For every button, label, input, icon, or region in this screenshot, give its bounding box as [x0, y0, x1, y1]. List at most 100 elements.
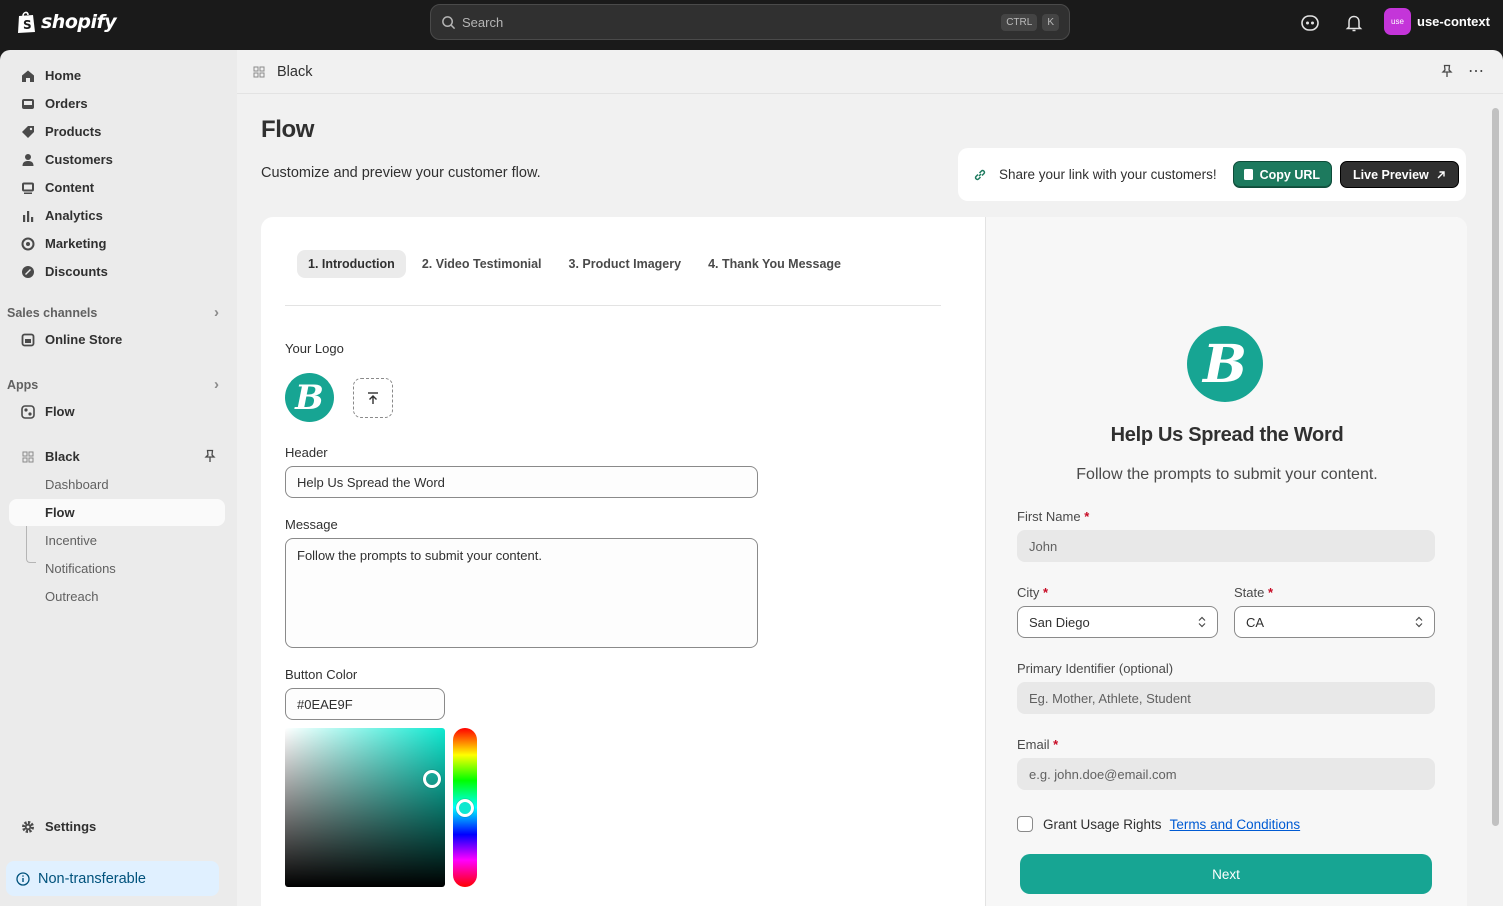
apps-heading[interactable]: Apps › — [7, 376, 227, 393]
select-arrows-icon — [1415, 616, 1423, 628]
next-button[interactable]: Next — [1020, 854, 1432, 894]
first-name-input[interactable]: John — [1017, 530, 1435, 562]
non-transferable-banner[interactable]: Non-transferable — [6, 861, 219, 896]
sidebar-item-black-app[interactable]: Black — [9, 443, 225, 470]
top-bar: S shopify Search CTRL K use use-context — [0, 0, 1503, 50]
preview-logo-letter: B — [1203, 333, 1247, 395]
hue-handle[interactable] — [456, 799, 474, 817]
tab-introduction[interactable]: 1. Introduction — [297, 250, 406, 278]
copy-url-button[interactable]: Copy URL — [1232, 161, 1333, 188]
share-card: Share your link with your customers! Cop… — [958, 148, 1466, 201]
search-placeholder: Search — [462, 14, 504, 30]
sidebar-item-online-store[interactable]: Online Store — [9, 326, 225, 353]
pin-icon[interactable] — [1440, 64, 1454, 81]
state-select[interactable]: CA — [1234, 606, 1435, 638]
identifier-input[interactable]: Eg. Mother, Athlete, Student — [1017, 682, 1435, 714]
brand-name: shopify — [41, 11, 117, 33]
sidebar-subitem-flow[interactable]: Flow — [9, 499, 225, 526]
sidebar-subitem-notifications[interactable]: Notifications — [9, 555, 225, 582]
grant-usage-checkbox[interactable] — [1017, 816, 1033, 832]
sales-channels-heading[interactable]: Sales channels › — [7, 304, 227, 321]
external-link-icon — [1437, 170, 1445, 178]
saturation-picker[interactable] — [285, 728, 445, 887]
tab-thank-you-message[interactable]: 4. Thank You Message — [697, 250, 852, 278]
sidebar-item-flow-app[interactable]: Flow — [9, 398, 225, 425]
bell-icon[interactable] — [1344, 13, 1364, 33]
tag-icon — [20, 124, 35, 139]
breadcrumb-title: Black — [277, 63, 313, 80]
sidebar-item-analytics[interactable]: Analytics — [9, 202, 225, 229]
search-icon — [442, 15, 456, 29]
sidebar-item-home[interactable]: Home — [9, 62, 225, 89]
share-text: Share your link with your customers! — [999, 167, 1217, 182]
shopify-bag-icon: S — [18, 11, 35, 33]
saturation-handle[interactable] — [423, 770, 441, 788]
city-select[interactable]: San Diego — [1017, 606, 1218, 638]
tab-video-testimonial[interactable]: 2. Video Testimonial — [411, 250, 553, 278]
image-icon — [20, 180, 35, 195]
grant-usage-rights: Grant Usage Rights Terms and Conditions — [1017, 816, 1300, 832]
info-icon — [16, 871, 30, 886]
more-options-icon[interactable]: ⋯ — [1468, 61, 1485, 81]
person-icon — [20, 152, 35, 167]
user-name: use-context — [1417, 14, 1490, 29]
sidebar-item-content[interactable]: Content — [9, 174, 225, 201]
button-color-input[interactable]: #0EAE9F — [285, 688, 445, 720]
header-label: Header — [285, 445, 328, 460]
logo-label: Your Logo — [285, 341, 344, 356]
upload-logo-button[interactable] — [353, 378, 393, 418]
tab-divider — [285, 305, 941, 306]
button-color-label: Button Color — [285, 667, 358, 682]
breadcrumb: Black ⋯ — [237, 50, 1503, 94]
message-textarea[interactable]: Follow the prompts to submit your conten… — [285, 538, 758, 648]
bar-chart-icon — [20, 208, 35, 223]
sidebar-item-discounts[interactable]: Discounts — [9, 258, 225, 285]
preview-logo: B — [1187, 326, 1263, 402]
sidebar-subitem-outreach[interactable]: Outreach — [9, 583, 225, 610]
logo-letter: B — [295, 377, 324, 418]
email-label: Email * — [1017, 737, 1059, 752]
avatar: use — [1384, 8, 1411, 35]
sidebar-item-settings[interactable]: Settings — [9, 813, 225, 840]
state-label: State * — [1234, 585, 1274, 600]
scrollbar[interactable] — [1492, 108, 1499, 826]
sidebar-item-customers[interactable]: Customers — [9, 146, 225, 173]
inbox-icon — [20, 96, 35, 111]
clipboard-icon — [1243, 169, 1253, 180]
pin-icon[interactable] — [203, 449, 217, 466]
sidebar-item-marketing[interactable]: Marketing — [9, 230, 225, 257]
tab-product-imagery[interactable]: 3. Product Imagery — [558, 250, 693, 278]
home-icon — [20, 68, 35, 83]
search-bar[interactable]: Search CTRL K — [430, 4, 1070, 40]
chevron-right-icon: › — [214, 376, 219, 393]
sidebar: Home Orders Products Customers Content A… — [0, 50, 237, 906]
select-arrows-icon — [1198, 616, 1206, 628]
shortcut-key-ctrl: CTRL — [1001, 13, 1038, 31]
sidebar-subitem-incentive[interactable]: Incentive — [9, 527, 225, 554]
sidebar-item-orders[interactable]: Orders — [9, 90, 225, 117]
preview-title: Help Us Spread the Word — [1110, 424, 1344, 446]
shopify-logo[interactable]: S shopify — [16, 10, 117, 34]
email-input[interactable]: e.g. john.doe@email.com — [1017, 758, 1435, 790]
main-content: Black ⋯ Flow Customize and preview your … — [237, 50, 1503, 906]
user-menu[interactable]: use use-context — [1384, 8, 1490, 35]
svg-text:S: S — [23, 18, 32, 32]
terms-link[interactable]: Terms and Conditions — [1170, 817, 1301, 832]
sidebar-subitem-dashboard[interactable]: Dashboard — [9, 471, 225, 498]
sidebar-item-products[interactable]: Products — [9, 118, 225, 145]
city-label: City * — [1017, 585, 1049, 600]
message-label: Message — [285, 517, 338, 532]
step-tabs: 1. Introduction 2. Video Testimonial 3. … — [297, 250, 852, 278]
store-icon — [20, 332, 35, 347]
discount-icon — [20, 264, 35, 279]
page-subtitle: Customize and preview your customer flow… — [261, 165, 541, 181]
identifier-label: Primary Identifier (optional) — [1017, 661, 1174, 676]
flow-app-icon — [20, 404, 35, 419]
header-input[interactable]: Help Us Spread the Word — [285, 466, 758, 498]
shortcut-key-k: K — [1042, 13, 1059, 31]
app-grid-icon — [20, 449, 35, 464]
page-title: Flow — [261, 116, 315, 143]
live-preview-button[interactable]: Live Preview — [1340, 161, 1459, 188]
hue-slider[interactable] — [453, 728, 477, 887]
sidekick-icon[interactable] — [1300, 13, 1320, 33]
